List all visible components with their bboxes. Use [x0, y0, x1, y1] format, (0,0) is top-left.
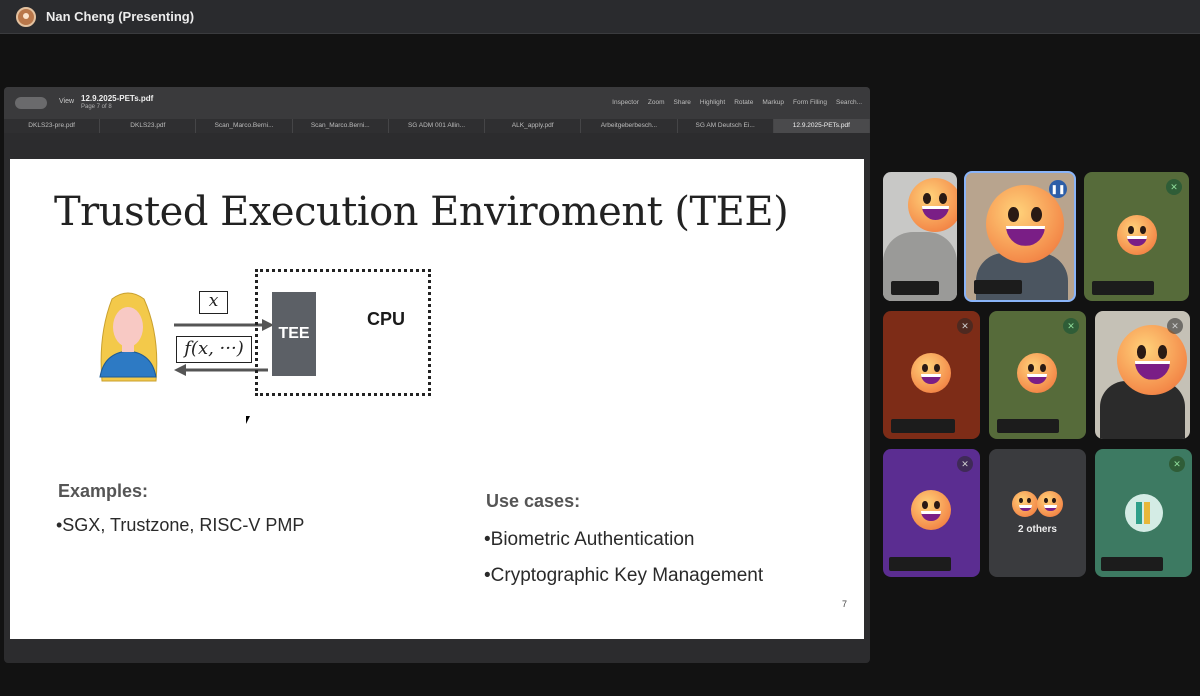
output-label: f(x, ···)	[176, 336, 252, 363]
emoji-avatar-icon	[986, 185, 1064, 263]
emoji-avatar-icon	[1017, 353, 1057, 393]
use-case-item: •Cryptographic Key Management	[484, 565, 764, 586]
search-field[interactable]: Search...	[836, 99, 862, 106]
share-button[interactable]: Share	[674, 99, 691, 106]
emoji-avatar-icon	[1037, 491, 1063, 517]
tab-pets[interactable]: 12.9.2025-PETs.pdf	[773, 119, 870, 133]
others-count-label: 2 others	[1018, 524, 1057, 535]
form-filling-button[interactable]: Form Filling	[793, 99, 827, 106]
mouse-cursor-icon	[246, 416, 250, 424]
emoji-avatar-icon	[1117, 325, 1187, 395]
participant-tile[interactable]	[883, 172, 957, 301]
mic-muted-icon: ✕	[1167, 318, 1183, 334]
tab-dkls23-pre[interactable]: DKLS23-pre.pdf	[4, 119, 101, 133]
view-menu-button[interactable]: View	[59, 98, 74, 105]
participant-tile[interactable]: ✕	[1095, 449, 1192, 577]
others-tile[interactable]: 2 others	[989, 449, 1086, 577]
participant-name-redacted	[1092, 281, 1154, 295]
tab-alk-apply[interactable]: ALK_apply.pdf	[485, 119, 582, 133]
tab-sg-am-deutsch[interactable]: SG AM Deutsch Ei...	[678, 119, 774, 133]
shared-screen: View 12.9.2025-PETs.pdf Page 7 of 8 Insp…	[4, 87, 870, 663]
participant-tile[interactable]: ✕	[989, 311, 1086, 439]
mic-muted-icon: ✕	[1166, 179, 1182, 195]
markup-button[interactable]: Markup	[762, 99, 784, 106]
participant-name-redacted	[974, 280, 1022, 294]
emoji-avatar-icon	[911, 490, 951, 530]
participant-tile[interactable]: ✕	[1095, 311, 1190, 439]
tab-arbeitgeber[interactable]: Arbeitgeberbesch...	[581, 119, 678, 133]
toolbar-tools: Inspector Zoom Share Highlight Rotate Ma…	[612, 99, 862, 106]
presenter-avatar	[16, 7, 36, 27]
mic-muted-icon: ✕	[957, 318, 973, 334]
mic-muted-icon: ✕	[1169, 456, 1185, 472]
app-avatar-icon	[1125, 494, 1163, 532]
participant-name-redacted	[891, 281, 939, 295]
presenter-name: Nan Cheng (Presenting)	[46, 9, 195, 24]
examples-heading: Examples:	[58, 481, 149, 501]
participant-tile[interactable]: ✕	[883, 449, 980, 577]
participant-tile[interactable]: ✕	[883, 311, 980, 439]
emoji-avatar-icon	[908, 178, 957, 232]
slide-page: Trusted Execution Enviroment (TEE) TEE C…	[10, 159, 864, 639]
user-icon	[99, 292, 158, 382]
participant-name-redacted	[997, 419, 1059, 433]
emoji-avatar-icon	[911, 353, 951, 393]
input-label: x	[199, 291, 228, 314]
sidebar-toggle-button[interactable]	[15, 97, 47, 109]
tab-scan-marco-2[interactable]: Scan_Marco.Berni...	[293, 119, 389, 133]
tab-sg-adm[interactable]: SG ADM 001 Allin...	[389, 119, 486, 133]
emoji-avatar-icon	[1012, 491, 1038, 517]
use-case-item: •Biometric Authentication	[484, 529, 695, 550]
zoom-button[interactable]: Zoom	[648, 99, 665, 106]
participant-name-redacted	[889, 557, 951, 571]
use-cases-heading: Use cases:	[486, 491, 581, 511]
document-title: 12.9.2025-PETs.pdf	[81, 94, 154, 103]
mic-muted-icon: ✕	[957, 456, 973, 472]
examples-item: •SGX, Trustzone, RISC-V PMP	[56, 515, 305, 535]
tee-block: TEE	[272, 292, 316, 376]
document-tabs: DKLS23-pre.pdf DKLS23.pdf Scan_Marco.Ber…	[4, 119, 870, 133]
mic-muted-icon: ✕	[1063, 318, 1079, 334]
tab-scan-marco-1[interactable]: Scan_Marco.Berni...	[196, 119, 293, 133]
participant-name-redacted	[1101, 557, 1163, 571]
emoji-avatar-icon	[1117, 215, 1157, 255]
pdf-toolbar: View 12.9.2025-PETs.pdf Page 7 of 8 Insp…	[4, 87, 870, 119]
page-indicator: Page 7 of 8	[81, 104, 112, 110]
participant-name-redacted	[891, 419, 955, 433]
participant-tile[interactable]: ✕	[1084, 172, 1189, 301]
slide-page-number: 7	[842, 599, 848, 609]
inspector-button[interactable]: Inspector	[612, 99, 639, 106]
tab-dkls23[interactable]: DKLS23.pdf	[100, 119, 197, 133]
meeting-top-bar: Nan Cheng (Presenting)	[0, 0, 1200, 34]
speaking-icon: ❚❚	[1049, 180, 1067, 198]
participant-tile-speaking[interactable]: ❚❚	[964, 171, 1076, 302]
rotate-button[interactable]: Rotate	[734, 99, 753, 106]
highlight-button[interactable]: Highlight	[700, 99, 725, 106]
cpu-label: CPU	[367, 309, 406, 329]
